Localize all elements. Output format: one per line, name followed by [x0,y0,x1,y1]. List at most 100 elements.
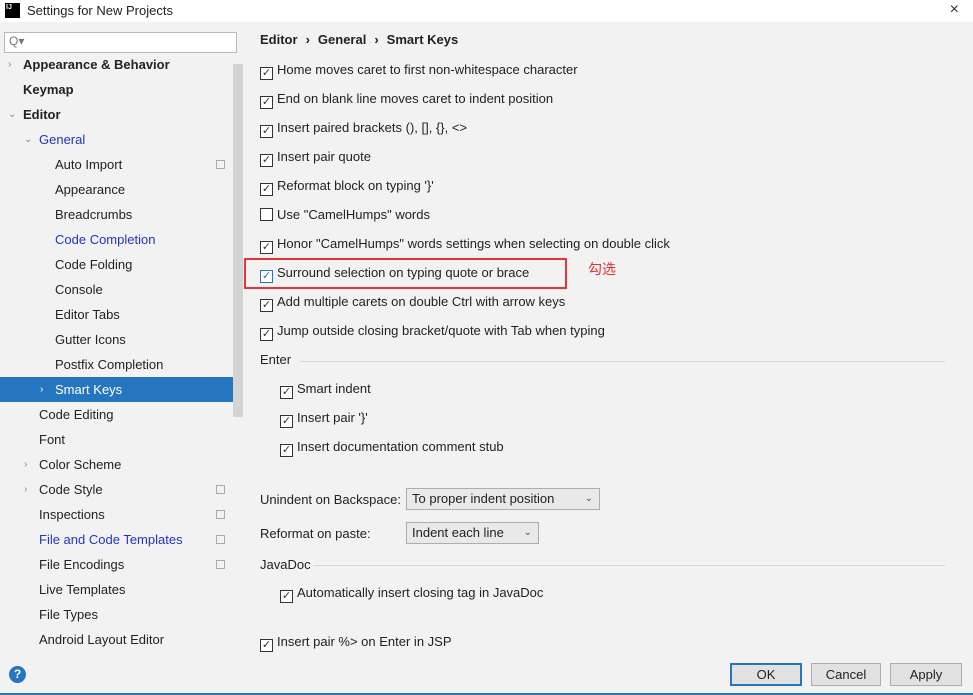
checkbox-icon: ✓ [280,590,293,603]
checkbox-label: Honor "CamelHumps" words settings when s… [277,236,670,251]
checkbox-checked-icon: ✓ [260,96,273,109]
checkbox-checked-icon: ✓ [260,328,273,341]
chevron-right-icon[interactable]: › [24,477,27,502]
tree-item-label: Android Layout Editor [39,632,165,647]
tree-item-console[interactable]: Console [0,277,233,302]
cancel-button[interactable]: Cancel [811,663,881,686]
tree-item-inspections[interactable]: Inspections [0,502,233,527]
chevron-right-icon[interactable]: › [24,452,27,477]
checkbox-label: Reformat block on typing '}' [277,178,434,193]
checkbox-javadoc-closing-tag[interactable]: ✓ Automatically insert closing tag in Jav… [280,583,543,603]
checkbox-insert-pair-quote[interactable]: ✓ Insert pair quote [260,147,371,167]
tree-item-label: Gutter Icons [55,332,126,347]
window-title: Settings for New Projects [27,3,173,18]
close-icon[interactable]: × [950,1,959,19]
help-icon[interactable]: ? [9,666,26,683]
reformat-value: Indent each line [412,525,504,540]
checkbox-use-camelhumps-words[interactable]: Use "CamelHumps" words [260,205,430,225]
tree-item-label: Appearance [55,182,126,197]
chevron-right-icon[interactable]: › [40,377,43,402]
tree-item-label: Code Editing [39,407,114,422]
tree-item-live-templates[interactable]: Live Templates [0,577,233,602]
checkbox-checked-icon: ✓ [260,241,273,254]
checkbox-insert-paired-brackets[interactable]: ✓ Insert paired brackets (), [], {}, <> [260,118,467,138]
checkbox-reformat-block-on-typing[interactable]: ✓ Reformat block on typing '}' [260,176,434,196]
tree-item-general[interactable]: ⌄ General [0,127,233,152]
checkbox-smart-indent[interactable]: ✓ Smart indent [280,379,371,399]
breadcrumb-separator: › [305,32,310,47]
checkbox-jsp-pair[interactable]: ✓ Insert pair %> on Enter in JSP [260,632,452,652]
highlight-box [244,258,567,289]
checkbox-insert-documentation-comment-stub[interactable]: ✓ Insert documentation comment stub [280,437,504,457]
tree-item-color-scheme[interactable]: › Color Scheme [0,452,233,477]
tree-item-label: Font [39,432,66,447]
checkbox-checked-icon: ✓ [280,386,293,399]
chevron-down-icon[interactable]: ⌄ [24,127,32,152]
tree-item-file-types[interactable]: File Types [0,602,233,627]
checkbox-checked-icon: ✓ [260,154,273,167]
sidebar-scrollbar[interactable] [233,64,243,417]
breadcrumb: Editor › General › Smart Keys [260,32,458,47]
title-bar: IJ Settings for New Projects × [0,0,973,22]
checkbox-insert-pair[interactable]: ✓ Insert pair '}' [280,408,368,428]
breadcrumb-separator: › [374,32,379,47]
unindent-select[interactable]: To proper indent position ⌄ [406,488,600,510]
tree-item-gutter-icons[interactable]: Gutter Icons [0,327,233,352]
tree-item-label: Postfix Completion [55,357,164,372]
tree-item-label: File Encodings [39,557,125,572]
copy-icon [216,560,225,569]
breadcrumb-item: General [317,32,367,47]
chevron-down-icon[interactable]: ⌄ [8,102,16,127]
tree-item-label: Editor Tabs [55,307,120,322]
tree-item-code-completion[interactable]: Code Completion [0,227,233,252]
checkbox-checked-icon: ✓ [260,67,273,80]
tree-item-appearance-behavior[interactable]: › Appearance & Behavior [0,52,233,77]
checkbox-label: Insert paired brackets (), [], {}, <> [277,120,468,135]
checkbox-end-on-blank-line-moves-caret-to-indent-position[interactable]: ✓ End on blank line moves caret to indent… [260,89,553,109]
tree-item-breadcrumbs[interactable]: Breadcrumbs [0,202,233,227]
search-input[interactable]: Q▾ [4,32,237,53]
checkbox-label: Insert pair '}' [297,410,368,425]
annotation-text: 勾选 [588,261,616,277]
ok-button[interactable]: OK [730,663,802,686]
tree-item-font[interactable]: Font [0,427,233,452]
tree-item-auto-import[interactable]: Auto Import [0,152,233,177]
checkbox-add-multiple-carets-on-double-ctrl-with-arrow-keys[interactable]: ✓ Add multiple carets on double Ctrl with… [260,292,565,312]
checkbox-label: Insert documentation comment stub [297,439,504,454]
apply-button[interactable]: Apply [890,663,962,686]
breadcrumb-item: Editor [260,32,298,47]
checkbox-jump-outside-closing-bracket-quote-with-tab-when-typing[interactable]: ✓ Jump outside closing bracket/quote with… [260,321,605,341]
tree-item-keymap[interactable]: Keymap [0,77,233,102]
tree-item-code-style[interactable]: › Code Style [0,477,233,502]
tree-item-label: Appearance & Behavior [23,57,170,72]
tree-item-label: Code Completion [55,232,156,247]
checkbox-checked-icon: ✓ [280,415,293,428]
checkbox-home-moves-caret-to-first-non-whitespace-character[interactable]: ✓ Home moves caret to first non-whitespac… [260,60,578,80]
tree-item-label: Color Scheme [39,457,122,472]
unindent-label: Unindent on Backspace: [260,492,401,507]
tree-item-smart-keys[interactable]: › Smart Keys [0,377,233,402]
tree-item-label: Auto Import [55,157,123,172]
checkbox-label: Insert pair %> on Enter in JSP [277,634,452,649]
tree-item-android-layout-editor[interactable]: Android Layout Editor [0,627,233,652]
checkbox-label: End on blank line moves caret to indent … [277,91,554,106]
checkbox-label: Use "CamelHumps" words [277,207,430,222]
tree-item-code-editing[interactable]: Code Editing [0,402,233,427]
reformat-select[interactable]: Indent each line ⌄ [406,522,539,544]
tree-item-file-encodings[interactable]: File Encodings [0,552,233,577]
copy-icon [216,485,225,494]
tree-item-postfix-completion[interactable]: Postfix Completion [0,352,233,377]
checkbox-honor-camelhumps-words-settings-when-selecting-on-double-click[interactable]: ✓ Honor "CamelHumps" words settings when … [260,234,670,254]
tree-item-editor[interactable]: ⌄ Editor [0,102,233,127]
tree-item-code-folding[interactable]: Code Folding [0,252,233,277]
tree-item-label: Inspections [39,507,105,522]
tree-item-editor-tabs[interactable]: Editor Tabs [0,302,233,327]
checkbox-checked-icon: ✓ [260,299,273,312]
tree-item-file-and-code-templates[interactable]: File and Code Templates [0,527,233,552]
chevron-right-icon[interactable]: › [8,52,11,77]
settings-sidebar: Q▾ › Appearance & Behavior Keymap ⌄ Editor ⌄ G… [0,22,243,653]
tree-item-appearance[interactable]: Appearance [0,177,233,202]
tree-item-label: Code Folding [55,257,133,272]
tree-item-label: File and Code Templates [39,532,183,547]
copy-icon [216,510,225,519]
